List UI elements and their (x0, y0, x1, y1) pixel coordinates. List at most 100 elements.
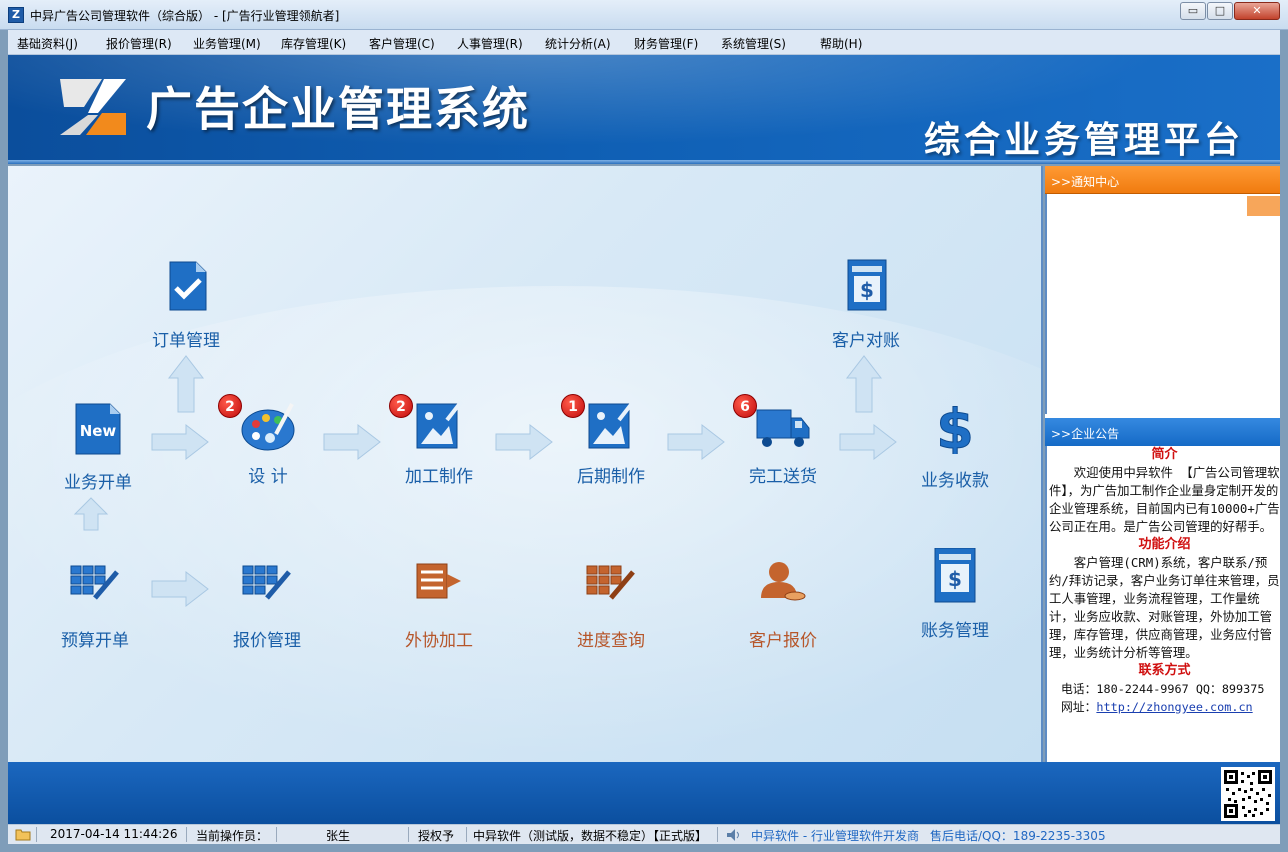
menu-business-management[interactable]: 业务管理(M) (193, 35, 261, 52)
status-operator: 张生 (326, 829, 351, 843)
close-button[interactable]: ✕ (1234, 2, 1280, 20)
menu-inventory-management[interactable]: 库存管理(K) (281, 35, 346, 52)
announcement-body: 简介 欢迎使用中异软件 【广告公司管理软件】，为广告加工制作企业量身定制开发的企… (1045, 446, 1280, 762)
delivery-badge: 6 (733, 394, 757, 418)
design-badge: 2 (218, 394, 242, 418)
dollar-sign-icon: $ (936, 398, 975, 462)
notice-header-label: >>通知中心 (1051, 175, 1120, 189)
status-bar: 2017-04-14 11:44:26 当前操作员： 张生 授权予 中异软件（测… (8, 824, 1280, 844)
quote-management-node[interactable]: 报价管理 (217, 558, 317, 651)
menu-quote-management[interactable]: 报价管理(R) (106, 35, 172, 52)
design-label: 设 计 (248, 467, 288, 487)
calculator-icon (242, 565, 291, 600)
delivery-node[interactable]: 6 完工送货 (733, 394, 833, 487)
contact-website-row: 网址：http://zhongyee.com.cn (1049, 698, 1280, 716)
window-title: 中异广告公司管理软件（综合版） - [广告行业管理领航者] (30, 9, 340, 23)
order-management-label: 订单管理 (152, 331, 220, 351)
intro-text: 欢迎使用中异软件 【广告公司管理软件】，为广告加工制作企业量身定制开发的企业管理… (1049, 465, 1280, 534)
status-license-label: 授权予 (418, 829, 455, 843)
menu-customer-management[interactable]: 客户管理(C) (369, 35, 435, 52)
customer-reconcile-label: 客户对账 (832, 331, 900, 351)
user-icon (761, 562, 806, 601)
accounts-management-node[interactable]: $ 账务管理 (905, 547, 1005, 641)
image-edit-icon (416, 400, 463, 449)
svg-text:$: $ (948, 567, 962, 591)
new-business-node[interactable]: New 业务开单 (48, 400, 148, 493)
speaker-icon[interactable] (726, 828, 742, 842)
progress-query-node[interactable]: 进度查询 (561, 558, 661, 651)
background-swoosh (8, 286, 1041, 762)
progress-query-label: 进度查询 (577, 631, 645, 651)
app-window: Z 中异广告公司管理软件（综合版） - [广告行业管理领航者] ▭ □ ✕ 基础… (0, 0, 1288, 852)
minimize-button[interactable]: ▭ (1180, 2, 1206, 20)
maximize-button[interactable]: □ (1207, 2, 1233, 20)
delivery-icon-wrap: 6 (733, 394, 811, 454)
menu-help[interactable]: 帮助(H) (820, 35, 862, 52)
status-support: 售后电话/QQ：189-2235-3305 (930, 829, 1106, 843)
features-text: 客户管理(CRM)系统，客户联系/预约/拜访记录，客户业务订单往来管理，员工人事… (1049, 555, 1280, 660)
banner-subtitle: 综合业务管理平台 (924, 120, 1245, 161)
outsource-node[interactable]: 外协加工 (389, 558, 489, 651)
folder-icon[interactable] (15, 827, 31, 841)
delivery-label: 完工送货 (749, 467, 817, 487)
intro-title: 简介 (1151, 447, 1178, 462)
contact-phone: 电话：180-2244-9967 QQ：899375 (1061, 682, 1265, 696)
design-node[interactable]: 2 设 计 (218, 394, 318, 487)
announcement-header-label: >>企业公告 (1051, 427, 1120, 441)
arrow-right-icon (839, 423, 897, 461)
processing-node[interactable]: 2 加工制作 (389, 394, 489, 487)
notice-body (1045, 194, 1280, 414)
status-vendor: 中异软件 - 行业管理软件开发商 (751, 829, 919, 843)
collection-label: 业务收款 (921, 471, 989, 491)
calculator-icon (70, 565, 119, 600)
menu-hr-management[interactable]: 人事管理(R) (457, 35, 523, 52)
contact-title: 联系方式 (1138, 663, 1191, 678)
side-panel: >>通知中心 >>企业公告 简介 欢迎使用中异软件 【广告公司管理软件】，为广告… (1045, 166, 1280, 762)
menu-system-management[interactable]: 系统管理(S) (721, 35, 786, 52)
features-title: 功能介绍 (1138, 537, 1191, 552)
customer-quote-label: 客户报价 (749, 631, 817, 651)
workflow-panel: 订单管理 $ 客户对账 New 业务开单 2 设 计 2 加工制作 1 后期制作… (8, 166, 1043, 762)
company-logo-icon (60, 79, 126, 135)
menu-finance-management[interactable]: 财务管理(F) (634, 35, 698, 52)
notice-scroll-tab[interactable] (1247, 196, 1280, 216)
processing-badge: 2 (389, 394, 413, 418)
qr-code-icon (1221, 767, 1275, 821)
dollar-document-icon: $ (847, 259, 887, 311)
arrow-right-icon (151, 570, 209, 608)
accounts-management-label: 账务管理 (921, 621, 989, 641)
outsource-doc-icon (416, 563, 461, 599)
order-management-node[interactable]: 订单管理 (136, 258, 236, 351)
announcement-header[interactable]: >>企业公告 (1045, 418, 1280, 446)
processing-label: 加工制作 (405, 467, 473, 487)
truck-icon (756, 409, 810, 447)
budget-label: 预算开单 (61, 631, 129, 651)
post-production-node[interactable]: 1 后期制作 (561, 394, 661, 487)
menu-basic-data[interactable]: 基础资料(J) (17, 35, 78, 52)
budget-node[interactable]: 预算开单 (45, 558, 145, 651)
website-label: 网址： (1061, 700, 1097, 714)
app-logo-icon: Z (8, 7, 24, 23)
customer-reconcile-node[interactable]: $ 客户对账 (816, 258, 916, 351)
dollar-document-icon: $ (934, 547, 976, 603)
customer-quote-node[interactable]: 客户报价 (733, 558, 833, 651)
footer-bar (8, 762, 1280, 824)
status-license: 中异软件（测试版，数据不稳定）【正式版】 (473, 829, 708, 843)
svg-text:New: New (80, 422, 117, 440)
outsource-label: 外协加工 (405, 631, 473, 651)
post-production-badge: 1 (561, 394, 585, 418)
post-production-icon-wrap: 1 (561, 394, 639, 454)
status-operator-label: 当前操作员： (196, 829, 269, 843)
arrow-up-icon (167, 355, 205, 413)
palette-icon (241, 403, 295, 451)
website-link[interactable]: http://zhongyee.com.cn (1096, 700, 1252, 714)
notice-header[interactable]: >>通知中心 (1045, 166, 1280, 194)
menu-statistics[interactable]: 统计分析(A) (545, 35, 611, 52)
collection-node[interactable]: $ 业务收款 (905, 398, 1005, 492)
processing-icon-wrap: 2 (389, 394, 467, 454)
arrow-right-icon (323, 423, 381, 461)
svg-text:$: $ (860, 278, 874, 302)
new-document-icon: New (75, 403, 121, 455)
arrow-right-icon (151, 423, 209, 461)
menu-bar: 基础资料(J) 报价管理(R) 业务管理(M) 库存管理(K) 客户管理(C) … (8, 30, 1280, 55)
